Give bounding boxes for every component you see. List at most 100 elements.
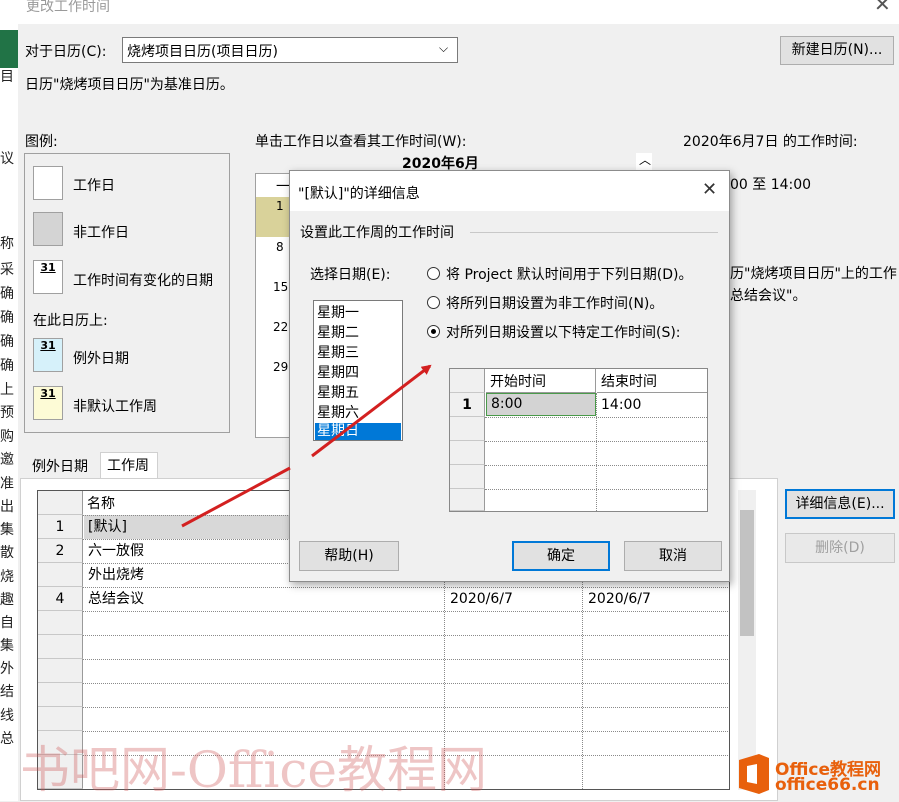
grid-line xyxy=(83,611,728,612)
dialog-title: 更改工作时间 xyxy=(26,0,110,15)
details-title-bar: "[默认]"的详细信息 ✕ xyxy=(290,171,729,211)
background-app-char: 确 xyxy=(0,358,14,374)
row-number[interactable] xyxy=(38,635,83,659)
calendar-date[interactable]: 8 xyxy=(276,240,284,254)
option-specific-time-label[interactable]: 对所列日期设置以下特定工作时间(S): xyxy=(446,322,681,342)
swatch-number: 31 xyxy=(40,387,56,400)
row-number[interactable] xyxy=(450,465,485,489)
working-times-table[interactable]: 开始时间 结束时间 1 8:00 14:00 xyxy=(449,368,708,512)
grid-line xyxy=(83,635,728,636)
row-number[interactable] xyxy=(38,563,83,587)
exception-day-swatch: 31 xyxy=(33,338,63,372)
list-item-selected[interactable]: 星期日 xyxy=(315,423,401,440)
working-times-note-1: 历"烧烤项目日历"上的工作 xyxy=(730,266,897,282)
background-app-char: 结 xyxy=(0,684,14,700)
background-app-char: 称 xyxy=(0,236,14,252)
list-item[interactable]: 星期一 xyxy=(315,303,401,323)
option-default-time-label[interactable]: 将 Project 默认时间用于下列日期(D)。 xyxy=(446,264,693,284)
row-number[interactable] xyxy=(38,707,83,731)
row-number[interactable]: 2 xyxy=(38,539,83,563)
cancel-button[interactable]: 取消 xyxy=(624,541,722,571)
tab-work-weeks[interactable]: 工作周 xyxy=(100,452,158,479)
radio-button-checked[interactable] xyxy=(427,325,440,338)
row-number[interactable] xyxy=(38,659,83,683)
row-number[interactable] xyxy=(450,489,485,511)
calendar-date[interactable]: 29 xyxy=(273,360,288,374)
title-bar: 更改工作时间 ✕ xyxy=(18,0,899,24)
radio-button[interactable] xyxy=(427,296,440,309)
week-end-cell[interactable]: 2020/6/7 xyxy=(584,587,720,611)
help-button[interactable]: 帮助(H) xyxy=(299,541,399,571)
background-app-char: 集 xyxy=(0,638,14,654)
nonworking-day-swatch xyxy=(33,212,63,246)
legend-nondefault-week: 非默认工作周 xyxy=(73,399,157,415)
background-app-char: 出 xyxy=(0,499,14,515)
week-start-cell[interactable]: 2020/6/7 xyxy=(446,587,582,611)
base-calendar-note: 日历"烧烤项目日历"为基准日历。 xyxy=(25,77,234,93)
calendar-select-value: 烧烤项目日历(项目日历) xyxy=(127,44,278,60)
background-app-char: 烧 xyxy=(0,569,14,585)
calendar-date[interactable]: 15 xyxy=(273,280,288,294)
option-nonworking[interactable] xyxy=(427,296,440,309)
background-app-char: 准 xyxy=(0,476,14,492)
list-item[interactable]: 星期六 xyxy=(315,403,401,423)
logo-line-2: office66.cn xyxy=(775,775,880,795)
details-button[interactable]: 详细信息(E)... xyxy=(785,489,895,519)
start-time-cell[interactable]: 8:00 xyxy=(486,393,596,416)
calendar-label: 对于日历(C): xyxy=(25,44,107,60)
option-nonworking-label[interactable]: 将所列日期设置为非工作时间(N)。 xyxy=(446,293,663,313)
background-app-char: 上 xyxy=(0,382,14,398)
background-app-char: 确 xyxy=(0,334,14,350)
background-app-char: 确 xyxy=(0,286,14,302)
background-app-char: 购 xyxy=(0,429,14,445)
legend-working-day: 工作日 xyxy=(73,178,115,194)
working-day-swatch xyxy=(33,166,63,200)
working-times-range: 00 至 14:00 xyxy=(730,177,812,193)
chevron-down-icon: ⌵ xyxy=(439,41,449,55)
chevron-up-icon[interactable]: ︿ xyxy=(639,151,651,168)
legend-nonworking-day: 非工作日 xyxy=(73,225,129,241)
radio-button[interactable] xyxy=(427,267,440,280)
list-item[interactable]: 星期五 xyxy=(315,383,401,403)
row-number[interactable] xyxy=(450,441,485,465)
row-number[interactable] xyxy=(38,683,83,707)
row-number[interactable] xyxy=(38,611,83,635)
radio-dot xyxy=(431,329,436,334)
new-calendar-button[interactable]: 新建日历(N)... xyxy=(780,36,894,65)
nondefault-week-swatch: 31 xyxy=(33,386,63,420)
ok-button[interactable]: 确定 xyxy=(512,541,610,571)
scrollbar-thumb[interactable] xyxy=(740,510,754,636)
calendar-date[interactable]: 22 xyxy=(273,320,288,334)
row-number[interactable]: 4 xyxy=(38,587,83,611)
row-number[interactable]: 1 xyxy=(450,393,485,417)
option-default-time[interactable] xyxy=(427,267,440,280)
delete-button[interactable]: 删除(D) xyxy=(785,533,895,563)
calendar-select[interactable]: 烧烤项目日历(项目日历) ⌵ xyxy=(122,37,458,63)
swatch-number: 31 xyxy=(40,339,56,352)
end-time-cell[interactable]: 14:00 xyxy=(597,393,707,417)
list-item[interactable]: 星期二 xyxy=(315,323,401,343)
close-icon[interactable]: ✕ xyxy=(874,0,891,16)
background-ribbon-tab xyxy=(0,30,18,68)
background-app-char: 议 xyxy=(0,151,14,167)
working-times-note-2: 总结会议"。 xyxy=(730,288,807,304)
list-item[interactable]: 星期四 xyxy=(315,363,401,383)
background-app-char: 散 xyxy=(0,545,14,561)
days-listbox[interactable]: 星期一 星期二 星期三 星期四 星期五 星期六 星期日 xyxy=(313,300,403,441)
close-icon[interactable]: ✕ xyxy=(702,179,717,200)
grid-line xyxy=(596,393,597,511)
row-number[interactable] xyxy=(450,417,485,441)
grid-line xyxy=(83,683,728,684)
background-app-char: 趣 xyxy=(0,592,14,608)
column-header-end: 结束时间 xyxy=(597,369,707,393)
week-name-cell[interactable]: 总结会议 xyxy=(84,587,384,611)
column-header-start: 开始时间 xyxy=(486,369,596,393)
list-item[interactable]: 星期三 xyxy=(315,343,401,363)
grid-line xyxy=(83,587,728,588)
background-app-char: 自 xyxy=(0,615,14,631)
table-corner xyxy=(38,491,83,515)
row-number[interactable]: 1 xyxy=(38,515,83,539)
tab-work-weeks-label: 工作周 xyxy=(107,458,149,474)
table-corner xyxy=(450,369,485,393)
option-specific-time[interactable] xyxy=(427,325,440,338)
